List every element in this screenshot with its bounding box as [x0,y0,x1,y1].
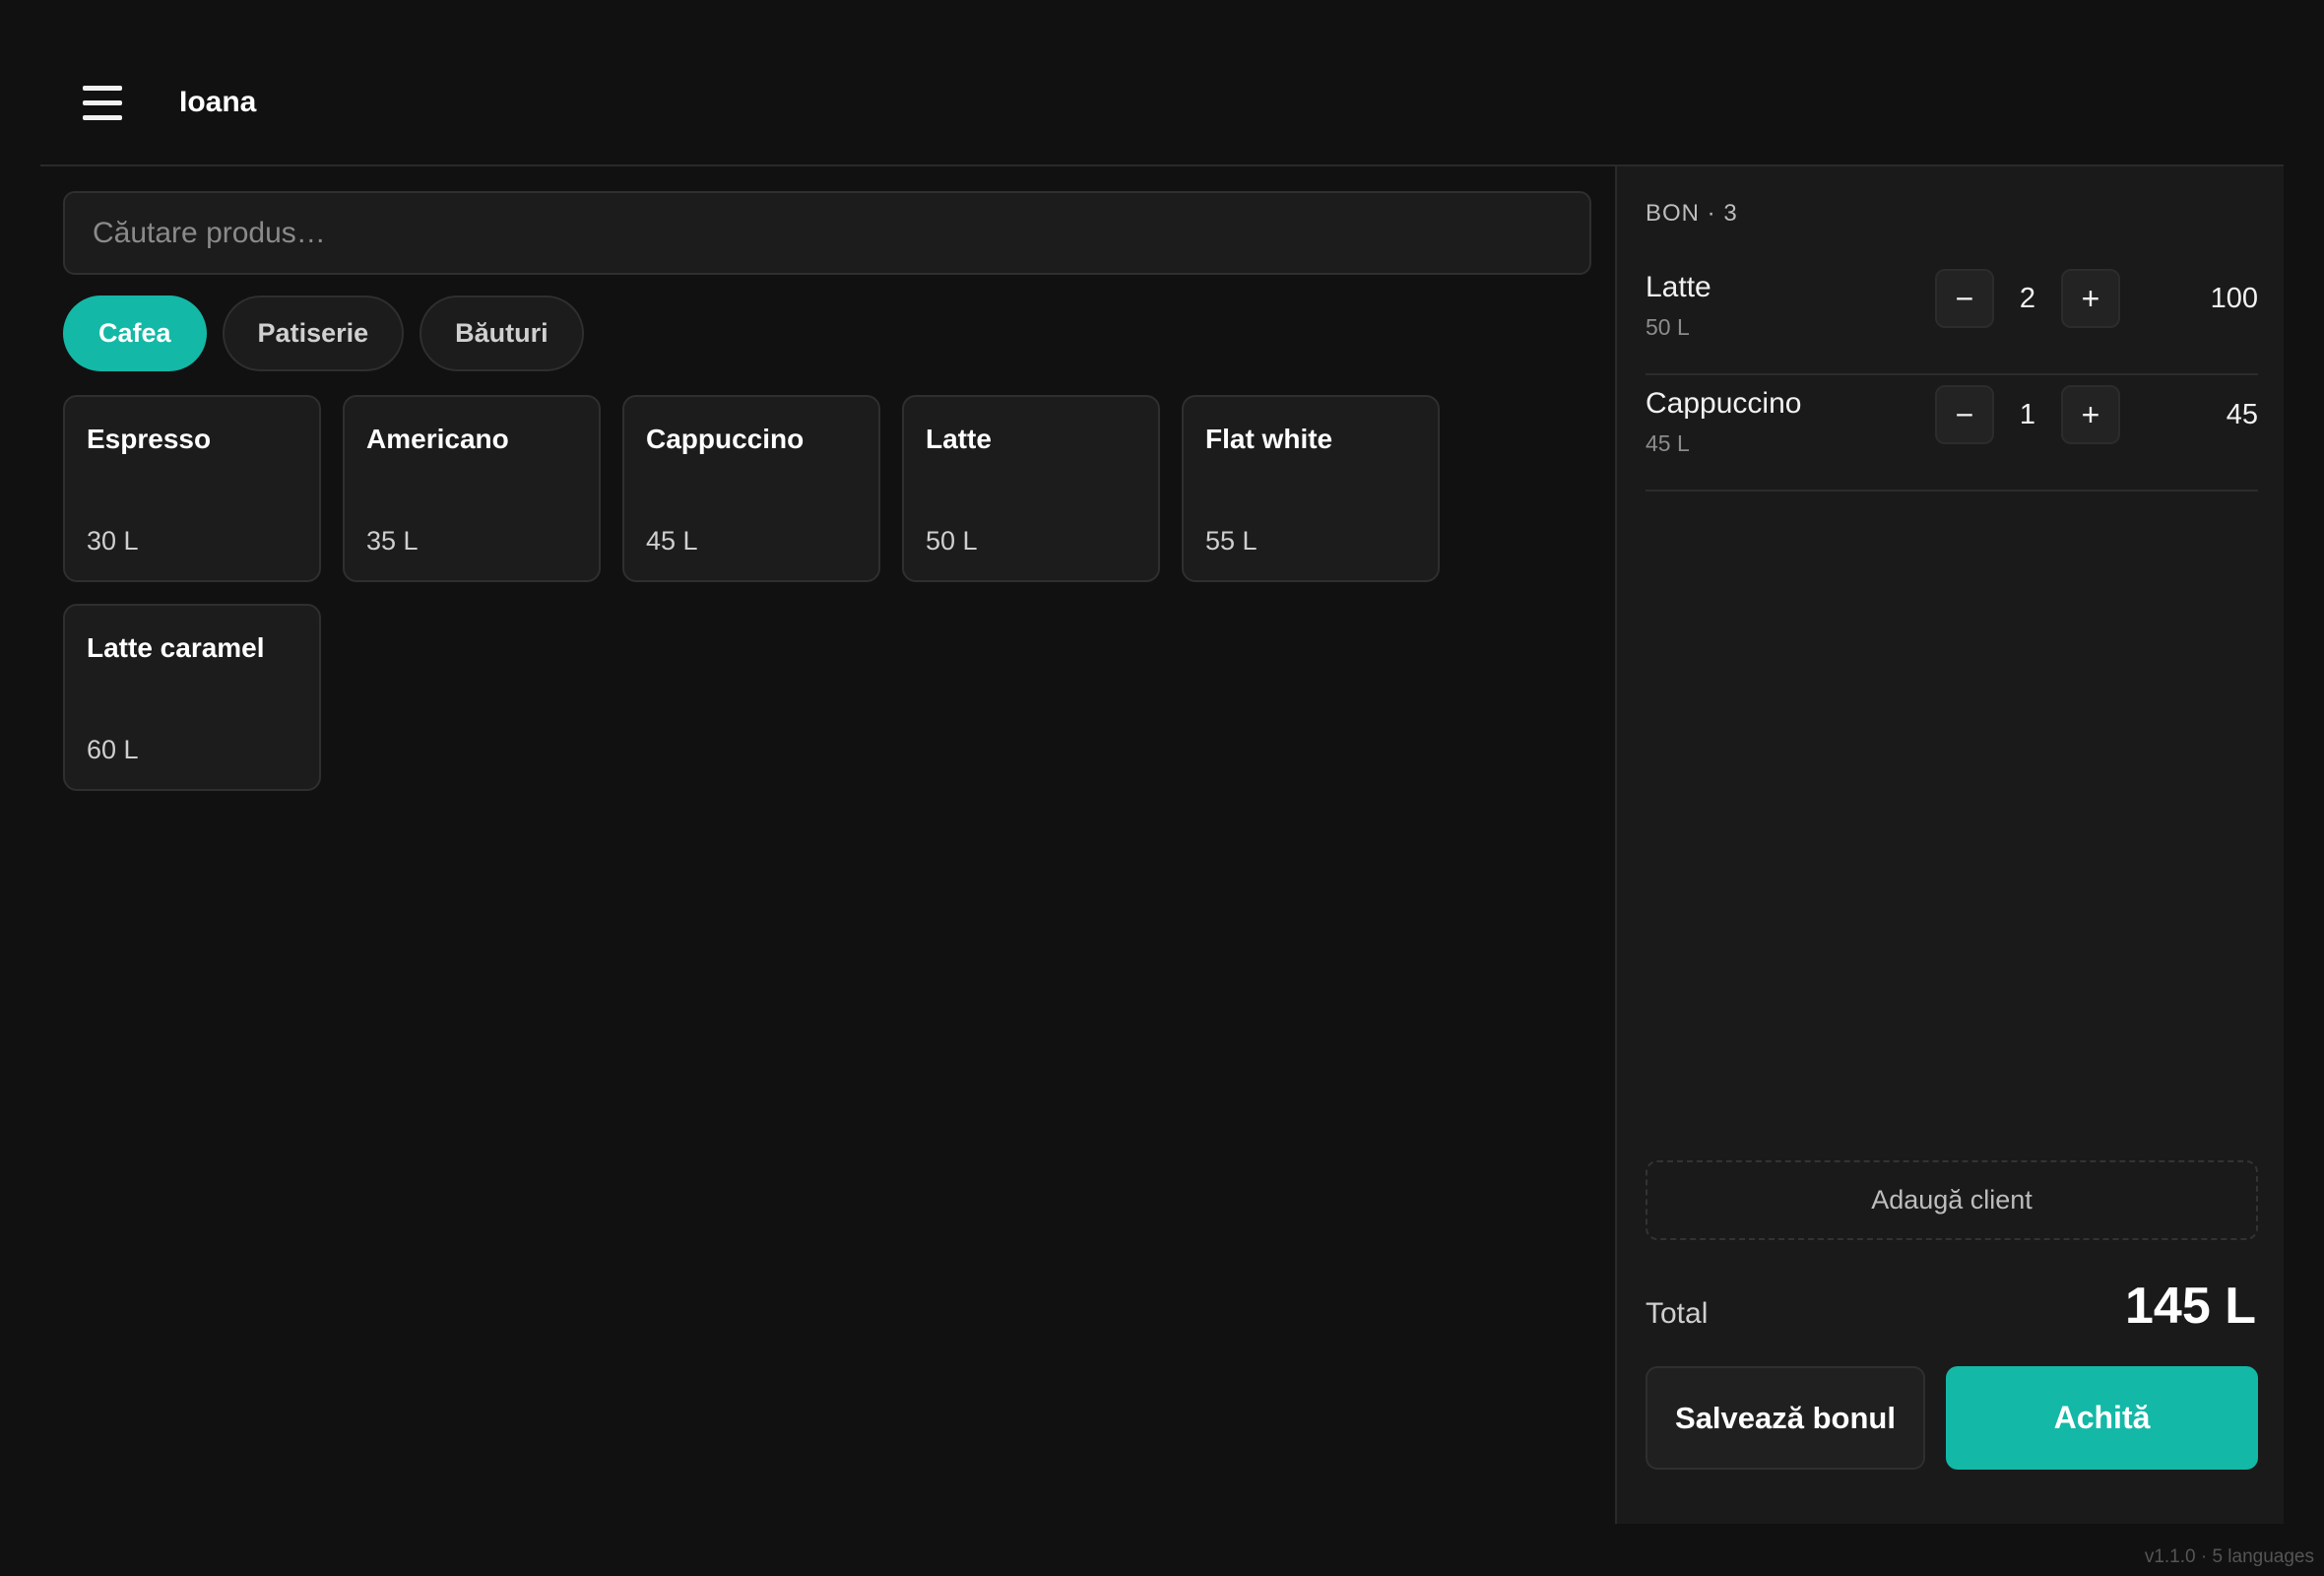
line-product-name: Latte [1646,271,1711,303]
receipt-panel: BON · 3 Latte 50 L − 2 + 100 Cappuccino … [1615,166,2284,1524]
product-card[interactable]: Latte 50 L [902,395,1160,582]
product-card[interactable]: Flat white 55 L [1182,395,1440,582]
decrease-quantity-button[interactable]: − [1935,269,1994,328]
product-price: 35 L [366,526,419,556]
line-quantity: 2 [2019,283,2036,314]
receipt-line: Cappuccino 45 L − 1 + 45 [1646,375,2258,492]
product-price: 60 L [87,735,139,764]
save-receipt-button[interactable]: Salvează bonul [1646,1366,1925,1470]
product-price: 55 L [1205,526,1258,556]
product-card[interactable]: Latte caramel 60 L [63,604,321,791]
product-name: Latte caramel [87,632,265,663]
product-name: Americano [366,424,509,454]
category-tab-cafea[interactable]: Cafea [63,296,207,371]
line-total: 100 [2210,283,2258,314]
pos-app: Ioana Cafea Patiserie Băuturi Espresso 3… [0,0,2324,1576]
menu-bar-line [83,99,122,105]
pay-button[interactable]: Achită [1946,1366,2258,1470]
receipt-line: Latte 50 L − 2 + 100 [1646,259,2258,375]
menu-bar-line [83,114,122,120]
line-unit-price: 50 L [1646,314,1690,340]
product-price: 45 L [646,526,698,556]
total-value: 145 L [2125,1278,2256,1335]
total-label: Total [1646,1297,1709,1330]
product-name: Flat white [1205,424,1333,454]
product-name: Cappuccino [646,424,805,454]
search-input[interactable] [63,191,1591,275]
line-total: 45 [2226,399,2258,430]
product-card[interactable]: Cappuccino 45 L [622,395,880,582]
product-panel: Cafea Patiserie Băuturi Espresso 30 L Am… [63,191,1591,791]
product-name: Espresso [87,424,212,454]
increase-quantity-button[interactable]: + [2061,385,2120,444]
receipt-lines: Latte 50 L − 2 + 100 Cappuccino 45 L − 1… [1646,259,2258,492]
product-name: Latte [926,424,992,454]
hamburger-menu-icon[interactable] [83,70,148,135]
line-quantity: 1 [2019,399,2036,430]
line-unit-price: 45 L [1646,430,1690,456]
product-card[interactable]: Espresso 30 L [63,395,321,582]
product-price: 50 L [926,526,978,556]
version-label: v1.1.0 · 5 languages [2144,1546,2314,1567]
category-tabs: Cafea Patiserie Băuturi [63,296,1591,371]
category-tab-patiserie[interactable]: Patiserie [222,296,405,371]
product-grid: Espresso 30 L Americano 35 L Cappuccino … [63,395,1591,791]
line-product-name: Cappuccino [1646,387,1802,420]
user-name: Ioana [179,86,257,118]
add-client-button[interactable]: Adaugă client [1646,1160,2258,1240]
increase-quantity-button[interactable]: + [2061,269,2120,328]
receipt-title: BON · 3 [1646,200,1738,227]
menu-bar-line [83,85,122,91]
decrease-quantity-button[interactable]: − [1935,385,1994,444]
top-bar: Ioana [40,40,2284,166]
product-card[interactable]: Americano 35 L [343,395,601,582]
category-tab-bauturi[interactable]: Băuturi [420,296,584,371]
product-price: 30 L [87,526,139,556]
